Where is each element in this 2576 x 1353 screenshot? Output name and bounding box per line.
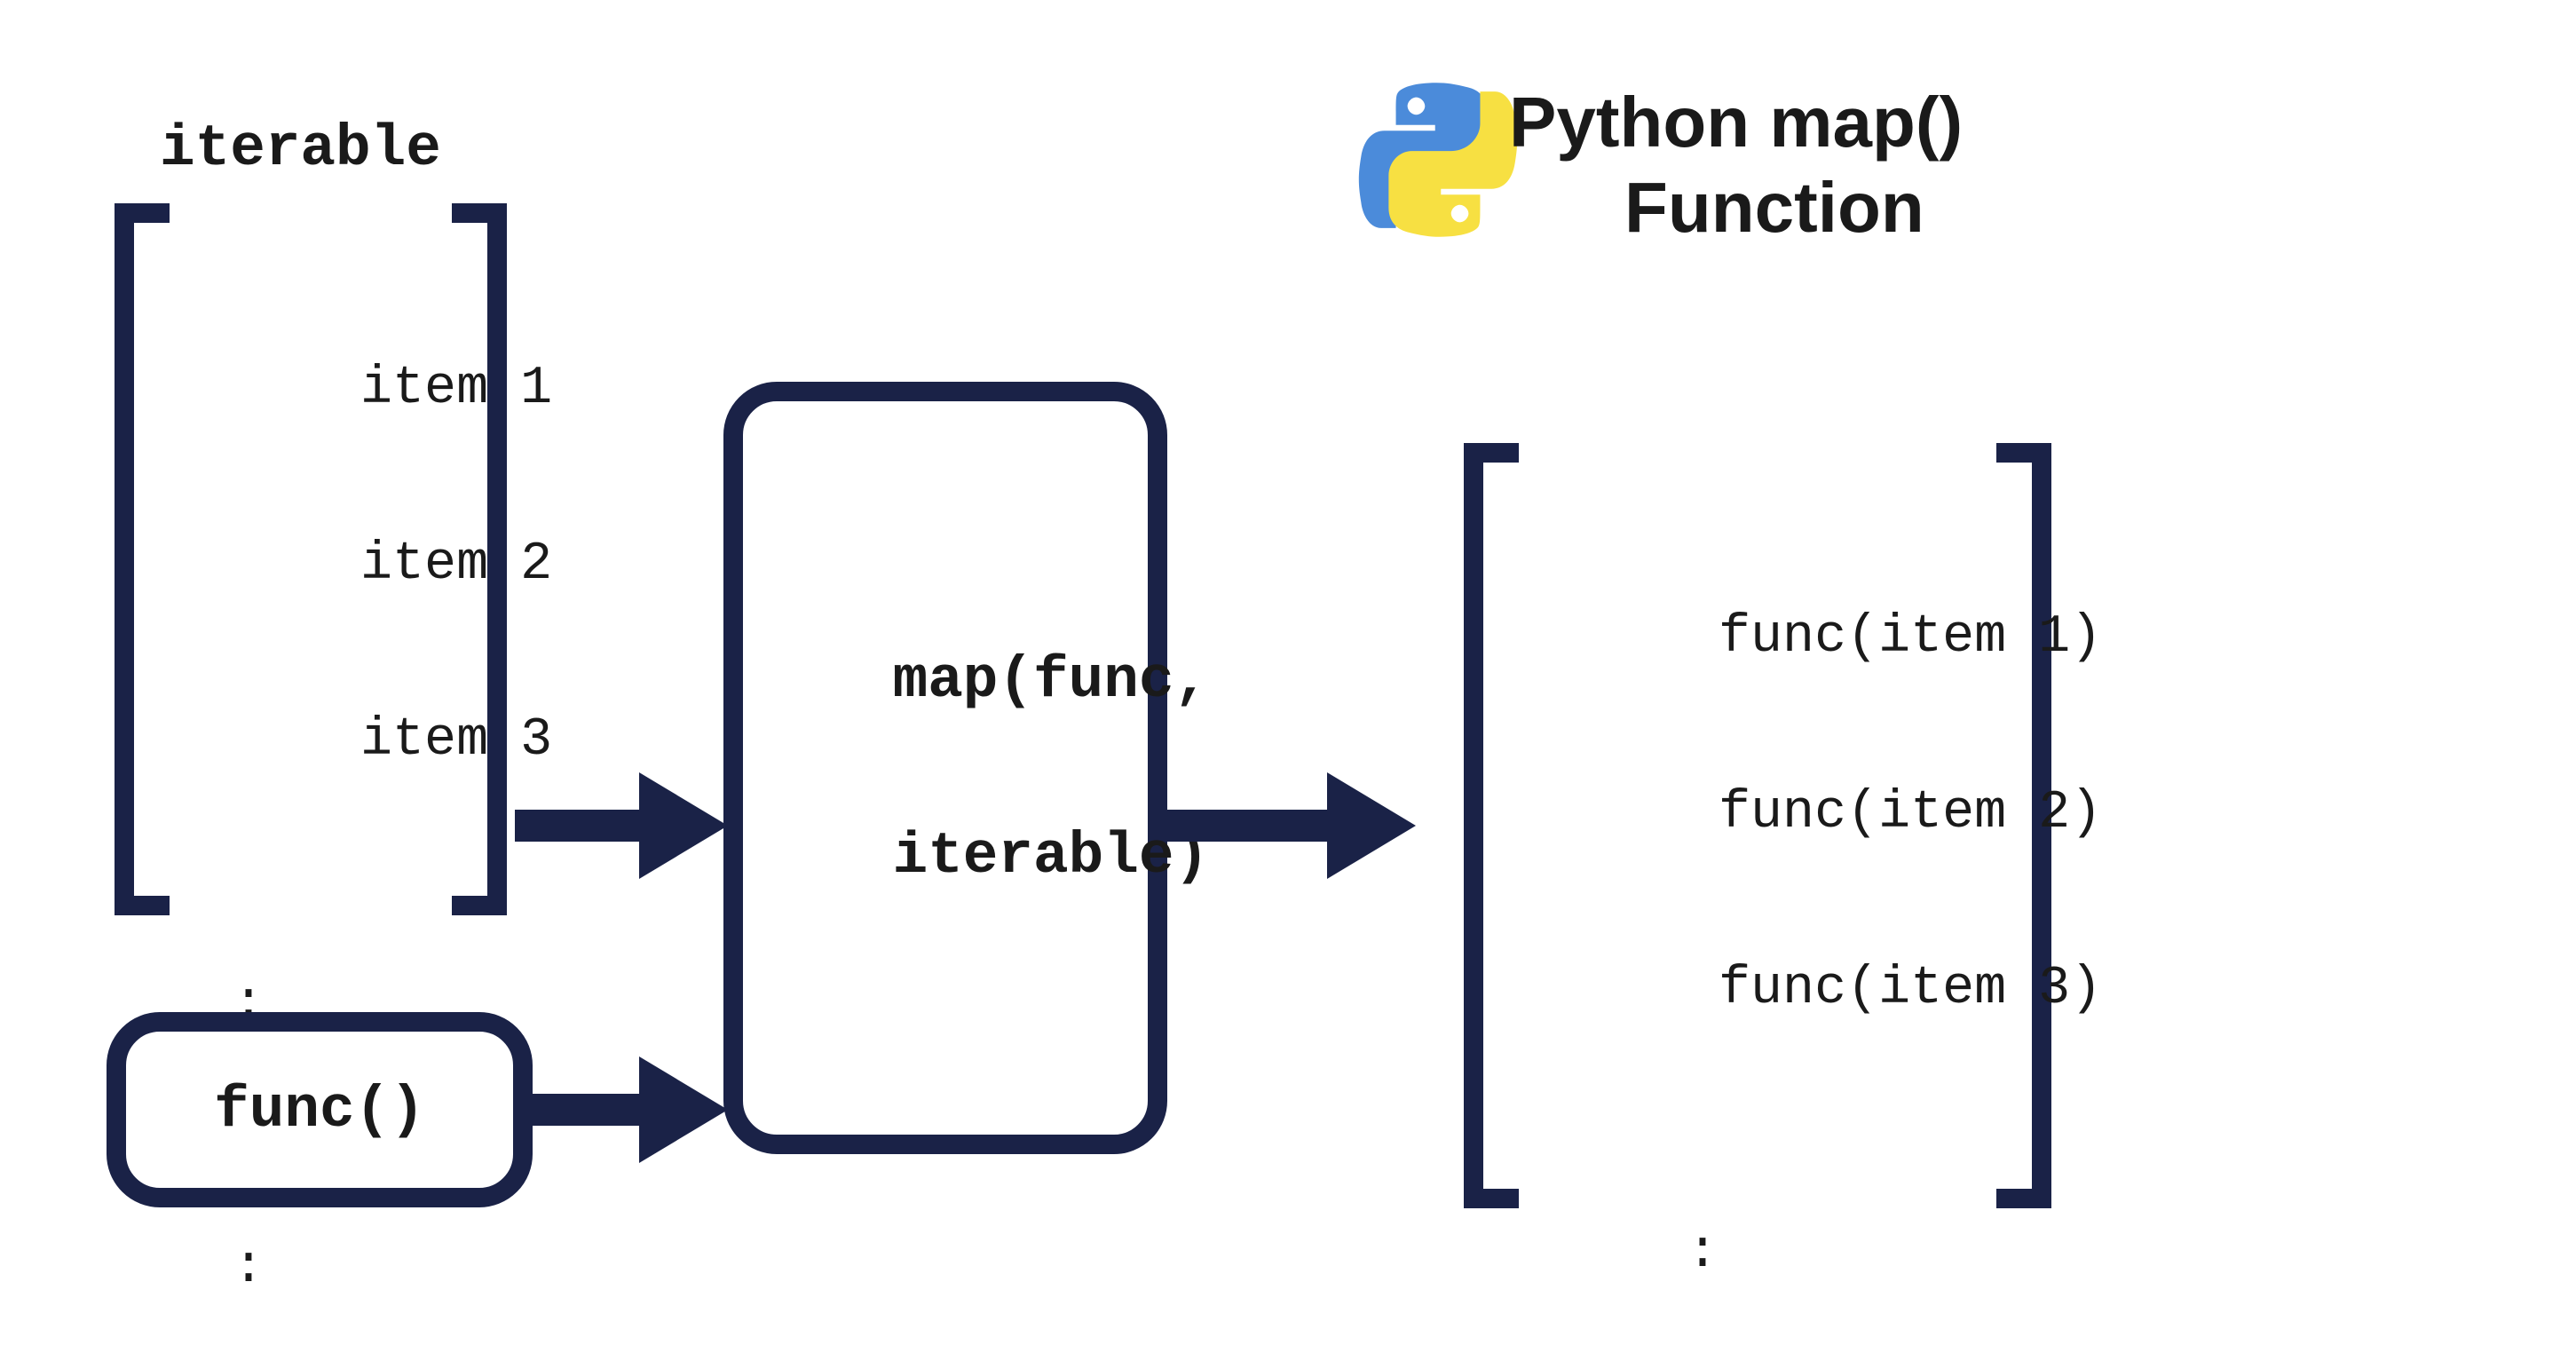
map-box-line-2: iterable): [893, 823, 1209, 890]
iterable-item: item 1: [360, 359, 552, 419]
title: Python map() Function: [1509, 80, 1963, 250]
iterable-item: item 3: [360, 710, 552, 771]
output-item: func(item 2): [1719, 783, 2102, 843]
python-logo-icon: [1358, 80, 1518, 240]
ellipsis: :: [169, 1224, 552, 1312]
map-box: map(func, iterable): [723, 382, 1167, 1154]
func-box-label: func(): [214, 1077, 425, 1143]
output-block: func(item 1) func(item 2) func(item 3) :…: [1456, 444, 2059, 1207]
ellipsis: :: [1527, 1209, 2102, 1297]
output-item: func(item 1): [1719, 607, 2102, 668]
output-item: func(item 3): [1719, 959, 2102, 1019]
iterable-label: iterable: [160, 115, 441, 182]
arrow-icon: [1167, 772, 1425, 879]
title-line-2: Function: [1624, 165, 1924, 250]
iterable-item: item 2: [360, 534, 552, 595]
arrow-icon: [533, 1056, 737, 1163]
title-line-1: Python map(): [1509, 80, 1963, 165]
map-box-line-1: map(func,: [893, 647, 1209, 714]
func-box: func(): [107, 1012, 533, 1207]
diagram-stage: Python map() Function iterable item 1 it…: [0, 0, 2576, 1353]
iterable-block: item 1 item 2 item 3 : : item n: [107, 204, 515, 914]
